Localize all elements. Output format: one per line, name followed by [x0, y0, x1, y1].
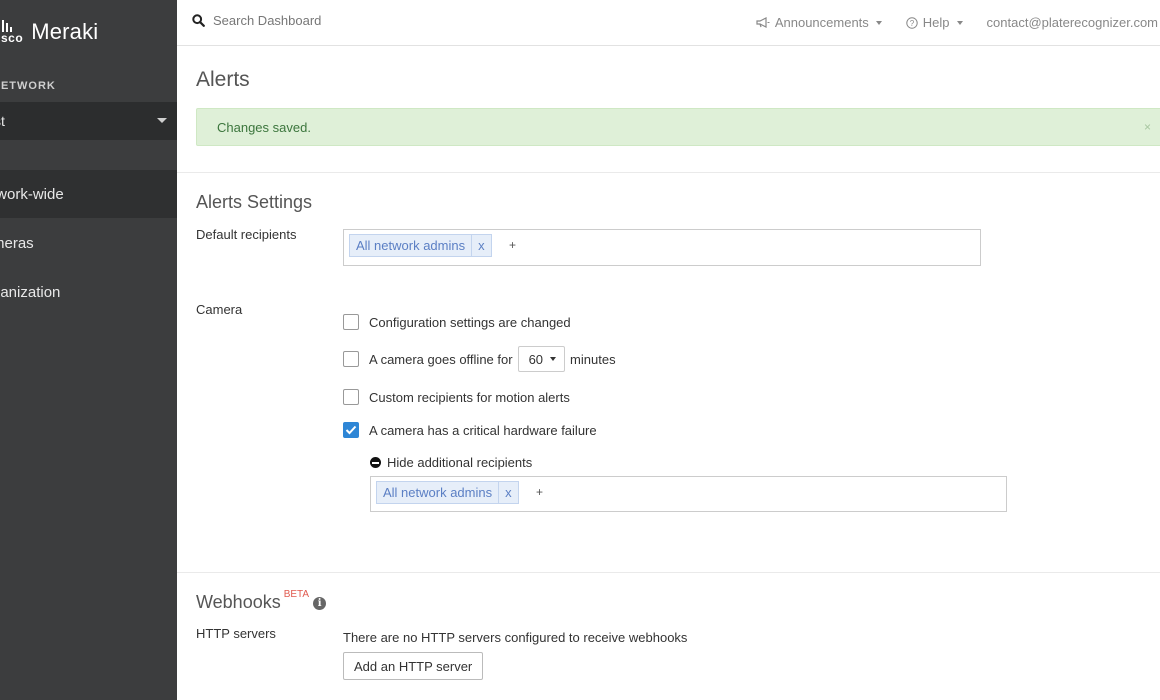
- caret-down-icon: [956, 20, 963, 25]
- caret-down-icon: [875, 20, 882, 25]
- offline-minutes-value: 60: [528, 351, 544, 367]
- logo-cisco-text: cisco: [0, 31, 24, 45]
- main-content: Alerts Changes saved. × Alerts Settings …: [177, 46, 1160, 700]
- help-menu[interactable]: ? Help: [906, 15, 963, 30]
- checkbox-checked[interactable]: [343, 422, 359, 438]
- webhooks-title-text: Webhooks: [196, 592, 281, 612]
- sidebar: cisco Meraki NETWORK st twork-wide meras…: [0, 0, 177, 700]
- close-icon[interactable]: ×: [1144, 120, 1151, 134]
- caret-down-icon: [157, 118, 167, 123]
- section-divider: [177, 572, 1160, 573]
- default-recipients-label: Default recipients: [196, 227, 297, 242]
- sidebar-item-label: twork-wide: [0, 185, 64, 203]
- option-hardware-failure[interactable]: A camera has a critical hardware failure: [343, 422, 597, 438]
- option-label: Custom recipients for motion alerts: [369, 389, 570, 405]
- svg-text:?: ?: [910, 19, 915, 28]
- info-icon[interactable]: i: [313, 596, 327, 610]
- remove-tag-button[interactable]: x: [498, 482, 518, 503]
- account-menu[interactable]: contact@platerecognizer.com: [987, 15, 1158, 30]
- network-selector[interactable]: st: [0, 102, 177, 140]
- announcements-menu[interactable]: Announcements: [756, 15, 882, 30]
- sidebar-item-cameras[interactable]: meras: [0, 219, 177, 267]
- announcements-label: Announcements: [774, 15, 869, 30]
- option-label: A camera goes offline for: [369, 351, 513, 367]
- option-custom-motion-recipients[interactable]: Custom recipients for motion alerts: [343, 389, 570, 405]
- checkbox[interactable]: [343, 389, 359, 405]
- recipient-tag: All network admins x: [349, 234, 492, 257]
- network-selector-value: st: [0, 113, 5, 129]
- sidebar-item-label: ganization: [0, 283, 61, 301]
- alerts-settings-title: Alerts Settings: [196, 192, 313, 212]
- search-icon: [192, 14, 205, 27]
- camera-label: Camera: [196, 302, 243, 317]
- network-label: NETWORK: [0, 80, 56, 92]
- account-email: contact@platerecognizer.com: [986, 15, 1158, 30]
- hide-recipients-label: Hide additional recipients: [387, 455, 533, 470]
- megaphone-icon: [756, 17, 770, 28]
- recipient-tag-label: All network admins: [356, 238, 466, 253]
- add-http-server-button[interactable]: Add an HTTP server: [343, 652, 484, 680]
- logo-meraki-text: Meraki: [31, 19, 99, 44]
- option-label: Configuration settings are changed: [369, 314, 571, 330]
- webhooks-title: Webhooks BETAi: [196, 589, 327, 613]
- add-recipient-button[interactable]: +: [509, 238, 516, 252]
- checkbox[interactable]: [343, 314, 359, 330]
- http-servers-label: HTTP servers: [196, 626, 276, 641]
- recipient-tag: All network admins x: [376, 481, 519, 504]
- top-links: Announcements ? Help contact@platerecogn…: [732, 15, 1158, 30]
- cisco-logo-icon: cisco: [0, 20, 23, 44]
- additional-recipients-input[interactable]: All network admins x +: [370, 476, 1007, 512]
- sidebar-item-network-wide[interactable]: twork-wide: [0, 170, 177, 218]
- minus-circle-icon: [370, 457, 381, 468]
- help-icon: ?: [906, 16, 918, 29]
- search-placeholder: Search Dashboard: [213, 13, 322, 28]
- top-bar: Search Dashboard Announcements ? Help co…: [177, 0, 1160, 46]
- search-box[interactable]: Search Dashboard: [192, 13, 321, 28]
- checkbox[interactable]: [343, 351, 359, 367]
- no-servers-text: There are no HTTP servers configured to …: [343, 630, 688, 645]
- add-recipient-button[interactable]: +: [536, 485, 543, 499]
- alert-message: Changes saved.: [217, 120, 311, 135]
- offline-minutes-select[interactable]: 60: [517, 346, 566, 372]
- meraki-logo[interactable]: cisco Meraki: [0, 14, 98, 50]
- success-alert: Changes saved. ×: [196, 108, 1160, 146]
- page-title: Alerts: [196, 68, 250, 91]
- recipient-tag-label: All network admins: [383, 485, 493, 500]
- help-label: Help: [922, 15, 950, 30]
- caret-down-icon: [550, 357, 557, 361]
- minutes-label: minutes: [570, 351, 616, 367]
- sidebar-item-organization[interactable]: ganization: [0, 268, 177, 316]
- hide-recipients-toggle[interactable]: Hide additional recipients: [370, 455, 532, 470]
- option-config-changed[interactable]: Configuration settings are changed: [343, 314, 571, 330]
- sidebar-item-label: meras: [0, 234, 34, 252]
- remove-tag-button[interactable]: x: [471, 235, 491, 256]
- option-camera-offline[interactable]: A camera goes offline for 60 minutes: [343, 346, 616, 372]
- option-label: A camera has a critical hardware failure: [369, 422, 597, 438]
- checkmark-icon: [345, 425, 357, 435]
- beta-badge: BETA: [283, 589, 310, 600]
- section-divider: [177, 172, 1160, 173]
- default-recipients-input[interactable]: All network admins x +: [343, 229, 981, 266]
